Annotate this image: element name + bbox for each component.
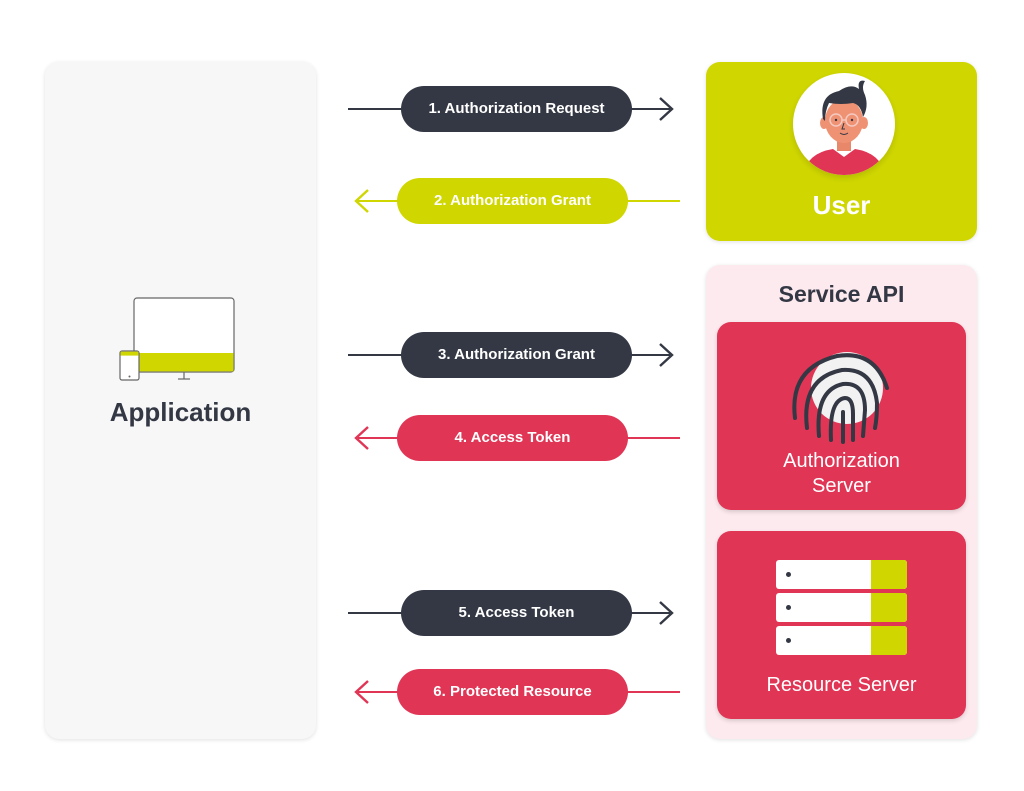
user-panel: User bbox=[706, 62, 977, 241]
arrow-left-icon bbox=[354, 189, 369, 213]
resource-server-label: Resource Server bbox=[766, 674, 917, 696]
user-avatar-icon bbox=[793, 73, 895, 175]
application-panel: Application bbox=[45, 62, 316, 739]
arrow-left-icon bbox=[354, 426, 369, 450]
user-title: User bbox=[812, 190, 871, 220]
fingerprint-icon bbox=[792, 352, 889, 444]
arrow-right-icon bbox=[659, 343, 674, 367]
authorization-server-label-line1: Authorization bbox=[783, 450, 900, 472]
flow-step-4: 4. Access Token bbox=[348, 415, 680, 461]
flow-label: 2. Authorization Grant bbox=[397, 178, 628, 224]
arrow-right-icon bbox=[659, 601, 674, 625]
flow-label: 4. Access Token bbox=[397, 415, 628, 461]
flow-step-2: 2. Authorization Grant bbox=[348, 178, 680, 224]
flow-label: 5. Access Token bbox=[401, 590, 632, 636]
arrow-right-icon bbox=[659, 97, 674, 121]
service-api-title: Service API bbox=[778, 281, 905, 307]
authorization-server-card: Authorization Server bbox=[717, 322, 966, 510]
devices-icon bbox=[119, 297, 235, 381]
authorization-server-label: Authorization Server bbox=[717, 449, 966, 499]
flow-step-5: 5. Access Token bbox=[348, 590, 680, 636]
arrow-left-icon bbox=[354, 680, 369, 704]
server-unit bbox=[776, 626, 907, 655]
flow-label: 6. Protected Resource bbox=[397, 669, 628, 715]
flow-label: 1. Authorization Request bbox=[401, 86, 632, 132]
flow-step-1: 1. Authorization Request bbox=[348, 86, 680, 132]
resource-server-card: Resource Server bbox=[717, 531, 966, 719]
server-unit bbox=[776, 593, 907, 622]
server-unit bbox=[776, 560, 907, 589]
flow-step-3: 3. Authorization Grant bbox=[348, 332, 680, 378]
application-title: Application bbox=[109, 397, 252, 427]
authorization-server-label-line2: Server bbox=[812, 475, 871, 497]
service-api-panel: Service API Authorization Server Resourc… bbox=[706, 265, 977, 739]
flow-step-6: 6. Protected Resource bbox=[348, 669, 680, 715]
flow-label: 3. Authorization Grant bbox=[401, 332, 632, 378]
